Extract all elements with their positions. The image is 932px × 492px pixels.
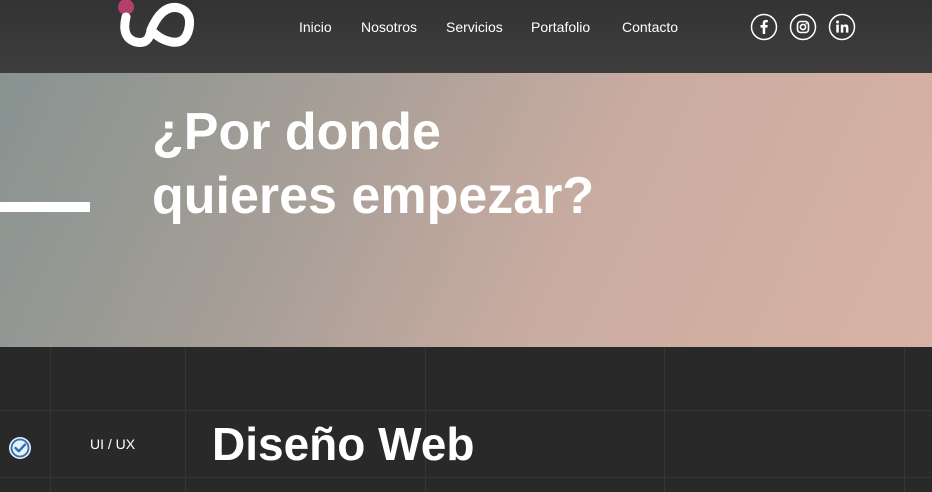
grid-line	[185, 347, 186, 492]
linkedin-icon[interactable]	[828, 13, 856, 41]
check-badge-icon	[8, 436, 32, 460]
site-header: Inicio Nosotros Servicios Portafolio Con…	[0, 0, 932, 73]
service-title: Diseño Web	[212, 418, 475, 470]
grid-line	[664, 347, 665, 492]
nav-servicios[interactable]: Servicios	[446, 16, 503, 38]
page: Inicio Nosotros Servicios Portafolio Con…	[0, 0, 932, 492]
grid-line	[0, 410, 932, 411]
hero-title-line1: ¿Por donde	[152, 103, 441, 161]
nav-inicio[interactable]: Inicio	[299, 16, 332, 38]
hero-title: ¿Por donde quieres empezar?	[152, 100, 712, 228]
brand-logo-icon[interactable]	[116, 0, 196, 48]
services-section: UI / UX Diseño Web	[0, 347, 932, 492]
hero-title-line2: quieres empezar?	[152, 167, 595, 225]
hero-banner: ¿Por donde quieres empezar?	[0, 73, 932, 347]
nav-nosotros[interactable]: Nosotros	[361, 16, 417, 38]
hero-accent-line	[0, 202, 90, 212]
grid-line	[50, 347, 51, 492]
grid-line	[0, 477, 932, 478]
grid-line	[904, 347, 905, 492]
nav-portafolio[interactable]: Portafolio	[531, 16, 590, 38]
facebook-icon[interactable]	[750, 13, 778, 41]
service-category-label[interactable]: UI / UX	[90, 434, 135, 454]
nav-contacto[interactable]: Contacto	[622, 16, 678, 38]
instagram-icon[interactable]	[789, 13, 817, 41]
